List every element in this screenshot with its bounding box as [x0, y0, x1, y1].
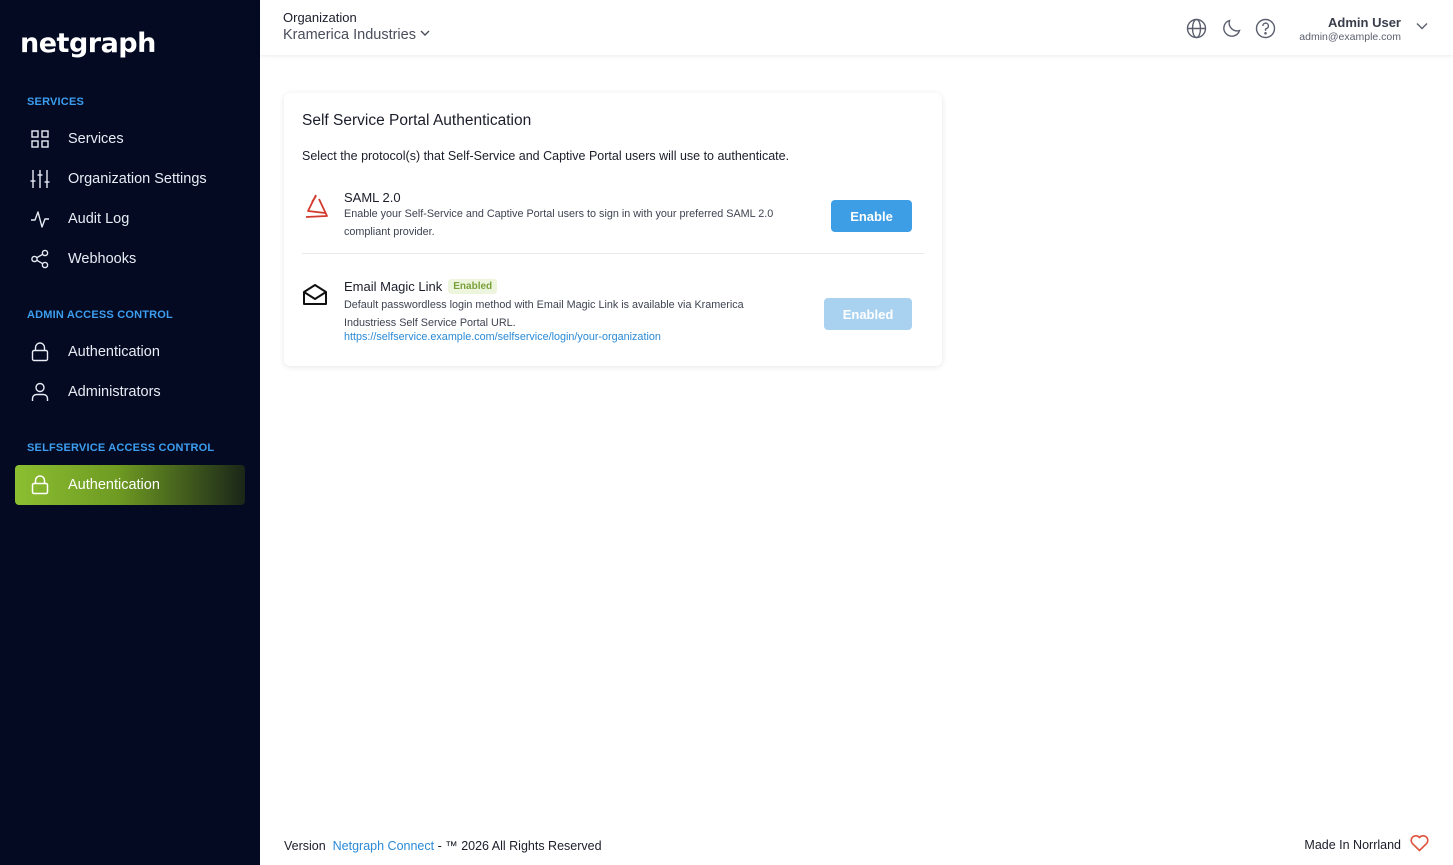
activity-icon: [30, 209, 50, 229]
magic-link-description-line-1: Default passwordless login method with E…: [344, 299, 744, 311]
globe-icon[interactable]: [1185, 17, 1207, 39]
sidebar-item-label: Organization Settings: [68, 171, 207, 187]
saml-description-line-1: Enable your Self-Service and Captive Por…: [344, 208, 774, 220]
lock-icon: [30, 475, 50, 495]
sidebar-item-label: Authentication: [68, 477, 160, 493]
saml-enable-button[interactable]: Enable: [831, 200, 912, 232]
footer-version: Version Netgraph Connect - ™ 2026 All Ri…: [284, 839, 602, 853]
sidebar-item-label: Services: [68, 131, 124, 147]
user-icon: [30, 382, 50, 402]
sliders-icon: [30, 169, 50, 189]
user-name[interactable]: Admin User: [1328, 15, 1401, 30]
grid-icon: [30, 129, 50, 149]
section-title-selfservice-access-control: SELFSERVICE ACCESS CONTROL: [27, 442, 215, 454]
card-description: Select the protocol(s) that Self-Service…: [302, 149, 790, 163]
footer-version-label: Version: [284, 839, 326, 853]
help-icon[interactable]: [1254, 17, 1276, 39]
sidebar-item-organization-settings[interactable]: Organization Settings: [15, 159, 245, 199]
top-header: Organization Kramerica Industries Admin …: [260, 0, 1453, 55]
netgraph-logo[interactable]: netgraph: [20, 28, 156, 59]
user-email: admin@example.com: [1299, 31, 1401, 43]
sidebar-item-selfservice-authentication[interactable]: Authentication: [15, 465, 245, 505]
saml-icon: [302, 193, 330, 226]
chevron-down-icon: [416, 27, 431, 43]
sidebar-item-label: Audit Log: [68, 211, 130, 227]
envelope-open-icon: [302, 282, 328, 313]
footer-product-link[interactable]: Netgraph Connect: [333, 839, 434, 853]
sidebar-item-admin-authentication[interactable]: Authentication: [15, 332, 245, 372]
sidebar-item-label: Webhooks: [68, 251, 137, 267]
organization-name: Kramerica Industries: [283, 27, 416, 43]
sidebar-item-audit-log[interactable]: Audit Log: [15, 199, 245, 239]
magic-link-name: Email Magic Link: [344, 279, 443, 294]
moon-icon[interactable]: [1221, 17, 1243, 39]
status-badge: Enabled: [448, 279, 498, 294]
sidebar: netgraph SERVICES Services Organization …: [0, 0, 260, 865]
sidebar-item-services[interactable]: Services: [15, 119, 245, 159]
footer-made-in: Made In Norrland: [1304, 835, 1429, 855]
sidebar-item-webhooks[interactable]: Webhooks: [15, 239, 245, 279]
chevron-down-icon[interactable]: [1415, 19, 1429, 38]
card-title: Self Service Portal Authentication: [302, 112, 532, 129]
footer-rights: - ™ 2026 All Rights Reserved: [437, 839, 602, 853]
magic-link-enabled-button: Enabled: [824, 298, 912, 330]
lock-icon: [30, 342, 50, 362]
share-icon: [30, 249, 50, 269]
divider: [302, 253, 924, 254]
saml-description-line-2: compliant provider.: [344, 226, 435, 238]
organization-selector[interactable]: Kramerica Industries: [283, 27, 431, 43]
saml-name: SAML 2.0: [344, 190, 401, 205]
organization-label: Organization: [283, 10, 357, 25]
section-title-admin-access-control: ADMIN ACCESS CONTROL: [27, 309, 173, 321]
magic-link-description-line-2: Industriess Self Service Portal URL.: [344, 317, 516, 329]
self-service-auth-card: Self Service Portal Authentication Selec…: [284, 93, 942, 366]
heart-icon: [1401, 835, 1429, 855]
sidebar-item-label: Authentication: [68, 344, 160, 360]
self-service-portal-link[interactable]: https://selfservice.example.com/selfserv…: [344, 331, 661, 343]
section-title-services: SERVICES: [27, 96, 85, 108]
sidebar-item-administrators[interactable]: Administrators: [15, 372, 245, 412]
magic-link-header: Email Magic Link Enabled: [344, 279, 498, 294]
made-in-text: Made In Norrland: [1304, 838, 1401, 852]
sidebar-item-label: Administrators: [68, 384, 161, 400]
